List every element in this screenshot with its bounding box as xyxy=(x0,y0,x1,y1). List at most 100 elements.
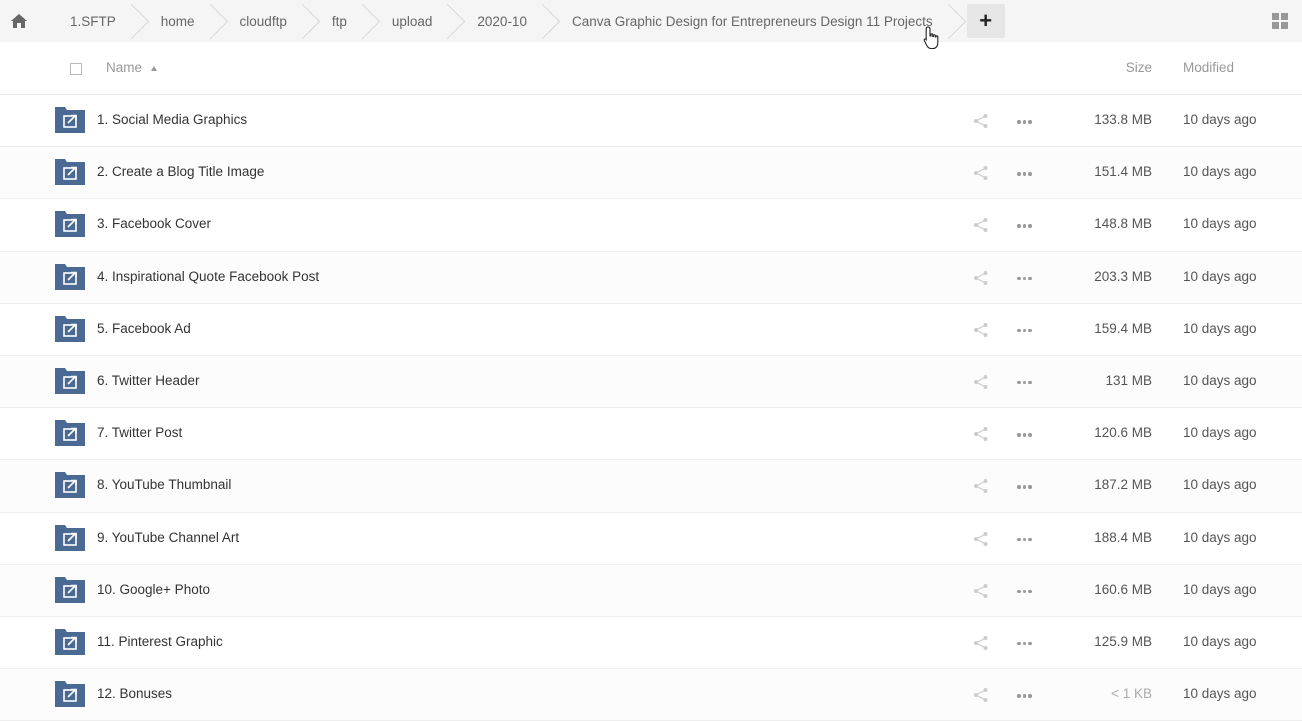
breadcrumb-item-ftp[interactable]: ftp xyxy=(307,0,367,42)
more-dots-icon[interactable] xyxy=(1017,119,1033,125)
file-size: 133.8 MB xyxy=(1094,112,1152,127)
file-name[interactable]: 7. Twitter Post xyxy=(97,425,182,440)
file-modified: 10 days ago xyxy=(1183,112,1257,127)
home-button[interactable] xyxy=(0,0,38,42)
table-row[interactable]: 7. Twitter Post 120.6 MB 10 days ago xyxy=(0,408,1302,461)
shared-folder-icon xyxy=(55,159,85,186)
table-row[interactable]: 6. Twitter Header 131 MB 10 days ago xyxy=(0,355,1302,409)
file-size: 159.4 MB xyxy=(1094,320,1152,336)
share-icon[interactable] xyxy=(973,531,989,547)
file-size: < 1 KB xyxy=(1111,686,1152,702)
file-name[interactable]: 3. Facebook Cover xyxy=(97,216,211,231)
shared-folder-icon xyxy=(55,472,85,499)
breadcrumb-item-upload[interactable]: upload xyxy=(367,0,453,42)
more-dots-icon[interactable] xyxy=(1017,484,1033,490)
grid-view-button[interactable] xyxy=(1272,13,1288,29)
file-modified: 10 days ago xyxy=(1183,268,1257,284)
column-header-name[interactable]: Name xyxy=(106,60,142,75)
file-modified: 10 days ago xyxy=(1183,320,1257,336)
file-size: 148.8 MB xyxy=(1094,216,1152,232)
file-size: 188.4 MB xyxy=(1094,529,1152,545)
file-name[interactable]: 12. Bonuses xyxy=(97,686,172,701)
table-row[interactable]: 8. YouTube Thumbnail 187.2 MB 10 days ag… xyxy=(0,460,1302,513)
share-icon[interactable] xyxy=(973,635,989,651)
sort-ascending-icon xyxy=(151,66,157,71)
file-name[interactable]: 8. YouTube Thumbnail xyxy=(97,477,231,492)
share-icon[interactable] xyxy=(973,426,989,442)
column-header-modified[interactable]: Modified xyxy=(1183,60,1234,75)
shared-folder-icon xyxy=(55,263,85,290)
file-name[interactable]: 2. Create a Blog Title Image xyxy=(97,164,264,179)
share-icon[interactable] xyxy=(973,217,989,233)
breadcrumb-item-sftp[interactable]: 1.SFTP xyxy=(38,0,136,42)
file-name[interactable]: 1. Social Media Graphics xyxy=(97,112,247,127)
file-modified: 10 days ago xyxy=(1183,425,1257,441)
more-dots-icon[interactable] xyxy=(1017,432,1033,438)
table-row[interactable]: 11. Pinterest Graphic 125.9 MB 10 days a… xyxy=(0,617,1302,670)
file-list: 1. Social Media Graphics 133.8 MB 10 day… xyxy=(0,95,1302,721)
file-size: 203.3 MB xyxy=(1094,268,1152,284)
share-icon[interactable] xyxy=(973,583,989,599)
more-dots-icon[interactable] xyxy=(1017,380,1033,386)
share-icon[interactable] xyxy=(973,374,989,390)
table-row[interactable]: 2. Create a Blog Title Image 151.4 MB 10… xyxy=(0,147,1302,200)
breadcrumb-item-cloudftp[interactable]: cloudftp xyxy=(215,0,307,42)
shared-folder-icon xyxy=(55,107,85,133)
table-row[interactable]: 1. Social Media Graphics 133.8 MB 10 day… xyxy=(0,95,1302,148)
more-dots-icon[interactable] xyxy=(1017,171,1033,177)
more-dots-icon[interactable] xyxy=(1017,328,1033,334)
more-dots-icon[interactable] xyxy=(1017,537,1033,543)
shared-folder-icon xyxy=(55,576,85,603)
table-row[interactable]: 10. Google+ Photo 160.6 MB 10 days ago xyxy=(0,564,1302,617)
select-all-checkbox[interactable] xyxy=(70,63,82,75)
shared-folder-icon xyxy=(55,420,85,447)
share-icon[interactable] xyxy=(973,270,989,286)
file-modified: 10 days ago xyxy=(1183,633,1257,649)
shared-folder-icon xyxy=(55,315,85,342)
home-icon xyxy=(11,14,27,28)
table-row[interactable]: 9. YouTube Channel Art 188.4 MB 10 days … xyxy=(0,513,1302,565)
grid-view-icon xyxy=(1272,13,1279,20)
more-dots-icon[interactable] xyxy=(1017,641,1033,647)
shared-folder-icon xyxy=(55,211,85,238)
shared-folder-icon xyxy=(55,367,85,394)
share-icon[interactable] xyxy=(973,165,989,181)
breadcrumb: 1.SFTP home cloudftp ftp upload 2020-10 … xyxy=(38,0,953,42)
file-modified: 10 days ago xyxy=(1183,581,1257,597)
file-name[interactable]: 4. Inspirational Quote Facebook Post xyxy=(97,269,319,284)
file-modified: 10 days ago xyxy=(1183,529,1257,545)
share-icon[interactable] xyxy=(973,687,989,703)
breadcrumb-item-home[interactable]: home xyxy=(136,0,215,42)
table-row[interactable]: 5. Facebook Ad 159.4 MB 10 days ago xyxy=(0,304,1302,356)
breadcrumb-item-current[interactable]: Canva Graphic Design for Entrepreneurs D… xyxy=(547,0,953,42)
file-size: 120.6 MB xyxy=(1094,425,1152,441)
share-icon[interactable] xyxy=(973,113,989,129)
file-size: 151.4 MB xyxy=(1094,164,1152,180)
file-name[interactable]: 11. Pinterest Graphic xyxy=(97,634,223,649)
breadcrumb-item-2020-10[interactable]: 2020-10 xyxy=(452,0,547,42)
shared-folder-icon xyxy=(55,524,85,551)
file-modified: 10 days ago xyxy=(1183,216,1257,232)
breadcrumb-bar: 1.SFTP home cloudftp ftp upload 2020-10 … xyxy=(0,0,1302,42)
table-row[interactable]: 12. Bonuses < 1 KB 10 days ago xyxy=(0,669,1302,721)
file-modified: 10 days ago xyxy=(1183,477,1257,493)
file-name[interactable]: 10. Google+ Photo xyxy=(97,582,210,597)
file-size: 125.9 MB xyxy=(1094,633,1152,649)
file-name[interactable]: 5. Facebook Ad xyxy=(97,321,191,336)
share-icon[interactable] xyxy=(973,478,989,494)
column-header-size[interactable]: Size xyxy=(1126,60,1152,75)
table-row[interactable]: 3. Facebook Cover 148.8 MB 10 days ago xyxy=(0,199,1302,252)
add-button[interactable]: + xyxy=(966,4,1005,38)
more-dots-icon[interactable] xyxy=(1017,223,1033,229)
table-row[interactable]: 4. Inspirational Quote Facebook Post 203… xyxy=(0,251,1302,304)
file-name[interactable]: 6. Twitter Header xyxy=(97,373,200,388)
shared-folder-icon xyxy=(55,681,85,708)
file-modified: 10 days ago xyxy=(1183,164,1257,180)
more-dots-icon[interactable] xyxy=(1017,589,1033,595)
file-name[interactable]: 9. YouTube Channel Art xyxy=(97,530,239,545)
shared-folder-icon xyxy=(55,628,85,655)
file-size: 187.2 MB xyxy=(1094,477,1152,493)
more-dots-icon[interactable] xyxy=(1017,693,1033,699)
share-icon[interactable] xyxy=(973,322,989,338)
more-dots-icon[interactable] xyxy=(1017,276,1033,282)
